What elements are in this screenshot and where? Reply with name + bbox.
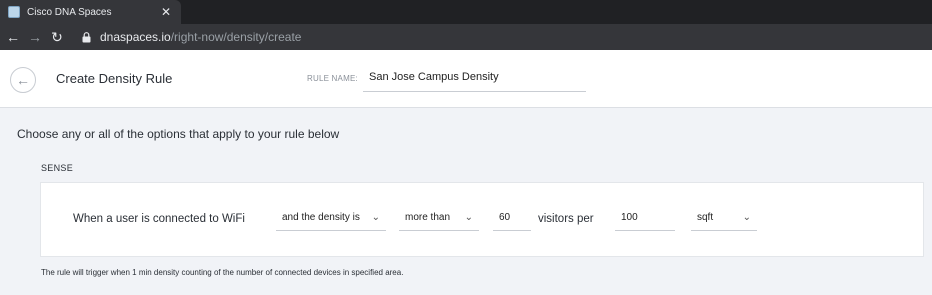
rule-footnote: The rule will trigger when 1 min density… (41, 268, 404, 277)
url-bar[interactable]: dnaspaces.io/right-now/density/create (100, 30, 301, 44)
visitor-count-input[interactable]: 60 (493, 205, 531, 231)
unit-value: sqft (697, 212, 714, 223)
chevron-down-icon: ⌄ (371, 212, 380, 223)
instructions-text: Choose any or all of the options that ap… (17, 127, 340, 141)
density-condition-value: and the density is (282, 212, 360, 223)
forward-arrow-icon[interactable]: → (24, 30, 46, 44)
url-path: /right-now/density/create (170, 30, 302, 44)
favicon-icon (8, 6, 20, 18)
chevron-down-icon: ⌄ (464, 212, 473, 223)
sense-section-label: SENSE (41, 163, 74, 173)
back-button[interactable]: ← (10, 67, 36, 93)
unit-dropdown[interactable]: sqft ⌄ (691, 205, 757, 231)
browser-tab-strip: Cisco DNA Spaces ✕ (0, 0, 932, 24)
comparator-value: more than (405, 212, 451, 223)
browser-tab[interactable]: Cisco DNA Spaces ✕ (0, 0, 181, 24)
area-input[interactable]: 100 (615, 205, 675, 231)
visitor-count-value: 60 (499, 212, 511, 223)
rule-card: When a user is connected to WiFi and the… (40, 182, 924, 257)
rule-name-input[interactable]: San Jose Campus Density (363, 64, 586, 92)
close-tab-icon[interactable]: ✕ (159, 6, 173, 18)
area-value: 100 (621, 212, 638, 223)
rule-name-label: RULE NAME: (307, 74, 358, 83)
rule-sentence: When a user is connected to WiFi (73, 213, 245, 225)
tab-title: Cisco DNA Spaces (27, 6, 112, 18)
main-content: Choose any or all of the options that ap… (0, 108, 932, 295)
url-domain: dnaspaces.io (100, 30, 171, 44)
density-condition-dropdown[interactable]: and the density is ⌄ (276, 205, 386, 231)
back-arrow-icon[interactable]: ← (2, 30, 24, 44)
lock-icon (82, 31, 92, 43)
reload-icon[interactable]: ↻ (46, 30, 68, 44)
chevron-down-icon: ⌄ (742, 212, 751, 223)
page-title: Create Density Rule (56, 71, 173, 86)
comparator-dropdown[interactable]: more than ⌄ (399, 205, 479, 231)
visitors-per-label: visitors per (538, 213, 594, 225)
app-header: ← Create Density Rule RULE NAME: San Jos… (0, 50, 932, 108)
back-arrow-icon: ← (16, 72, 30, 88)
browser-toolbar: ← → ↻ dnaspaces.io/right-now/density/cre… (0, 24, 932, 50)
